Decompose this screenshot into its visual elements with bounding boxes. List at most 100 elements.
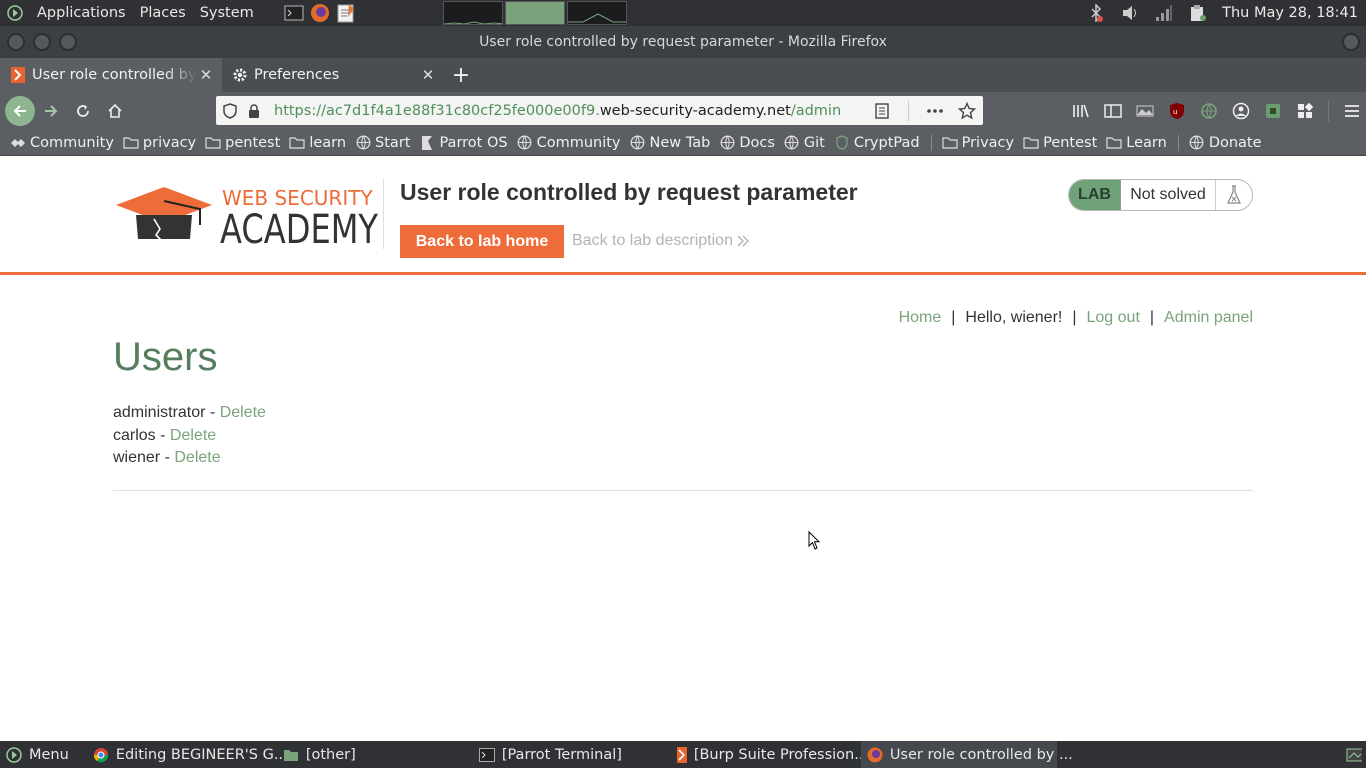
lab-title: User role controlled by request paramete… [400, 179, 858, 205]
start-menu-button[interactable]: Menu [0, 741, 75, 768]
folder-icon [289, 135, 305, 151]
url-bar[interactable]: https://ac7d1f4a1e88f31c80cf25fe000e00f9… [216, 96, 983, 125]
bookmark-git[interactable]: Git [784, 135, 825, 151]
bookmark-docs[interactable]: Docs [719, 135, 775, 151]
library-icon[interactable] [1068, 97, 1094, 125]
globe-icon [784, 135, 800, 151]
firefox-launcher-icon[interactable] [309, 2, 331, 24]
window-menu-button[interactable] [1342, 33, 1360, 51]
tab-preferences[interactable]: Preferences ✕ [222, 58, 444, 92]
bookmarks-toolbar: Community privacy pentest learn Start Parrot … [0, 130, 1366, 156]
bookmark-parrot-os[interactable]: Parrot OS [419, 135, 508, 151]
bookmark-cryptpad[interactable]: CryptPad [834, 135, 920, 151]
user-separator: - [155, 426, 170, 444]
bookmark-new-tab[interactable]: New Tab [630, 135, 710, 151]
volume-icon[interactable] [1120, 3, 1140, 23]
reload-button[interactable] [67, 95, 99, 127]
bookmark-learn[interactable]: Learn [1106, 135, 1167, 151]
shield-icon [834, 135, 850, 151]
lab-status-text: Not solved [1121, 180, 1216, 210]
back-to-lab-description-label: Back to lab description [572, 232, 733, 249]
home-link[interactable]: Home [899, 309, 942, 327]
back-to-lab-description-link[interactable]: Back to lab description [572, 232, 750, 250]
home-button[interactable] [99, 95, 131, 127]
extensions-puzzle-icon[interactable] [1292, 97, 1318, 125]
menu-label: Menu [29, 746, 69, 763]
bookmark-start[interactable]: Start [355, 135, 410, 151]
url-divider [908, 100, 909, 121]
network-signal-icon[interactable] [1154, 3, 1174, 23]
back-to-lab-home-button[interactable]: Back to lab home [400, 225, 564, 258]
cpu-graph [442, 1, 503, 25]
bookmark-star-icon[interactable] [955, 99, 979, 123]
os-top-panel: Applications Places System Thu May 28, 1… [0, 0, 1366, 26]
delete-user-link[interactable]: Delete [220, 404, 266, 421]
lock-icon[interactable] [242, 99, 266, 123]
screenshot-icon[interactable] [1132, 97, 1158, 125]
forward-button[interactable] [35, 95, 67, 127]
nav-separator: | [1149, 309, 1155, 326]
extension-green-icon[interactable] [1260, 97, 1286, 125]
bookmark-pentest[interactable]: Pentest [1023, 135, 1097, 151]
bookmark-community[interactable]: Community [517, 135, 621, 151]
back-button[interactable] [5, 96, 35, 126]
show-desktop-icon[interactable] [1346, 747, 1362, 763]
system-monitor-graphs [442, 1, 627, 25]
taskbar-item-burp[interactable]: [Burp Suite Profession... [671, 741, 868, 768]
logout-link[interactable]: Log out [1087, 309, 1140, 327]
page-viewport: WEB SECURITY ACADEMY User role controlle… [0, 157, 1366, 741]
close-icon[interactable]: ✕ [198, 66, 214, 84]
bookmark-separator [930, 134, 932, 151]
new-tab-button[interactable]: + [444, 58, 478, 92]
delete-user-link[interactable]: Delete [170, 427, 216, 444]
window-titlebar: User role controlled by request paramete… [0, 26, 1366, 58]
delete-user-link[interactable]: Delete [174, 449, 220, 466]
lab-header: WEB SECURITY ACADEMY User role controlle… [0, 157, 1366, 275]
globe-icon [355, 135, 371, 151]
page-actions-icon[interactable] [923, 99, 947, 123]
nav-separator: | [951, 309, 956, 326]
parrot-logo-icon[interactable] [6, 4, 24, 22]
taskbar-item-chrome[interactable]: Editing BEGINEER'S G... [87, 741, 288, 768]
applications-menu[interactable]: Applications [30, 5, 133, 21]
bookmark-donate[interactable]: Donate [1189, 135, 1262, 151]
places-menu[interactable]: Places [133, 5, 193, 21]
task-label: Editing BEGINEER'S G... [115, 746, 288, 763]
web-security-academy-logo[interactable]: WEB SECURITY ACADEMY [114, 183, 380, 253]
admin-panel-link[interactable]: Admin panel [1164, 309, 1253, 327]
os-taskbar: Menu Editing BEGINEER'S G... [other] [Pa… [0, 741, 1366, 768]
clock[interactable]: Thu May 28, 18:41 [1222, 5, 1358, 21]
bookmark-label: Pentest [1043, 134, 1098, 151]
folder-icon [123, 135, 139, 151]
text-editor-launcher-icon[interactable] [335, 2, 357, 24]
double-chevron-right-icon [737, 235, 749, 247]
close-icon[interactable]: ✕ [420, 66, 436, 84]
system-menu[interactable]: System [193, 5, 261, 21]
clipboard-icon[interactable] [1188, 3, 1208, 23]
lab-status-widget: LAB Not solved [1068, 179, 1253, 211]
taskbar-item-terminal[interactable]: [Parrot Terminal] [473, 741, 671, 768]
folder-icon [941, 135, 958, 151]
bookmark-community[interactable]: Community [10, 135, 114, 151]
reader-view-icon[interactable] [870, 99, 894, 123]
bookmark-privacy[interactable]: Privacy [941, 134, 1015, 151]
terminal-launcher-icon[interactable] [283, 2, 305, 24]
url-path: /admin [790, 102, 842, 119]
navigation-toolbar: https://ac7d1f4a1e88f31c80cf25fe000e00f9… [0, 92, 1366, 130]
sidebar-icon[interactable] [1100, 97, 1126, 125]
taskbar-item-files[interactable]: [other] [277, 741, 473, 768]
bookmark-label: Privacy [961, 134, 1015, 151]
extension-globe-icon[interactable] [1196, 97, 1222, 125]
tracking-shield-icon[interactable] [218, 99, 242, 123]
taskbar-item-firefox[interactable]: User role controlled by ... [860, 741, 1073, 768]
bookmark-learn[interactable]: learn [289, 135, 346, 151]
account-icon[interactable] [1228, 97, 1254, 125]
tab-label: Preferences [254, 67, 340, 83]
tab-lab[interactable]: User role controlled by request paramete… [0, 58, 222, 92]
bluetooth-icon[interactable] [1086, 3, 1106, 23]
ublock-origin-icon[interactable]: u [1164, 97, 1190, 125]
bookmark-pentest[interactable]: pentest [205, 135, 280, 151]
bookmark-privacy[interactable]: privacy [123, 135, 196, 151]
bookmark-label: Community [30, 134, 114, 151]
hamburger-menu-icon[interactable] [1339, 97, 1365, 125]
